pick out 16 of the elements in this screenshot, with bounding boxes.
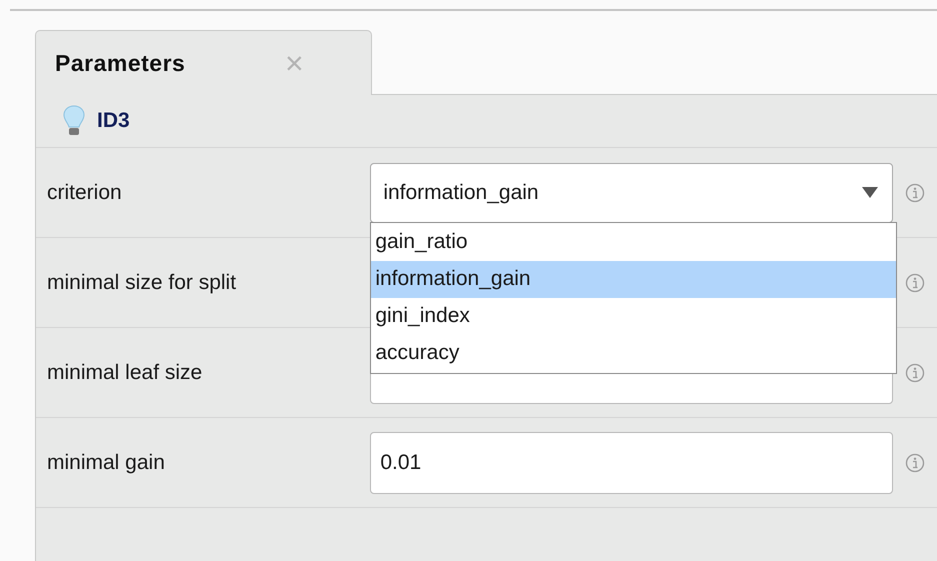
parameter-label: criterion (47, 180, 123, 206)
parameter-label: minimal gain (47, 450, 166, 476)
lightbulb-icon (63, 105, 85, 137)
info-icon[interactable] (905, 272, 925, 292)
parameter-label: minimal leaf size (47, 360, 204, 386)
parameter-label: minimal size for split (47, 270, 238, 296)
parameters-tab[interactable]: Parameters × (35, 30, 372, 95)
caret-icon (862, 186, 878, 198)
info-icon[interactable] (905, 362, 925, 382)
dropdown-option[interactable]: information_gain (371, 260, 896, 298)
info-icon[interactable] (905, 452, 925, 472)
criterion-dropdown[interactable]: information_gain (370, 162, 893, 222)
tab-title: Parameters (55, 48, 186, 78)
info-icon[interactable] (905, 182, 925, 202)
operator-name: ID3 (97, 108, 130, 134)
input-field[interactable]: 0.01 (370, 432, 893, 494)
